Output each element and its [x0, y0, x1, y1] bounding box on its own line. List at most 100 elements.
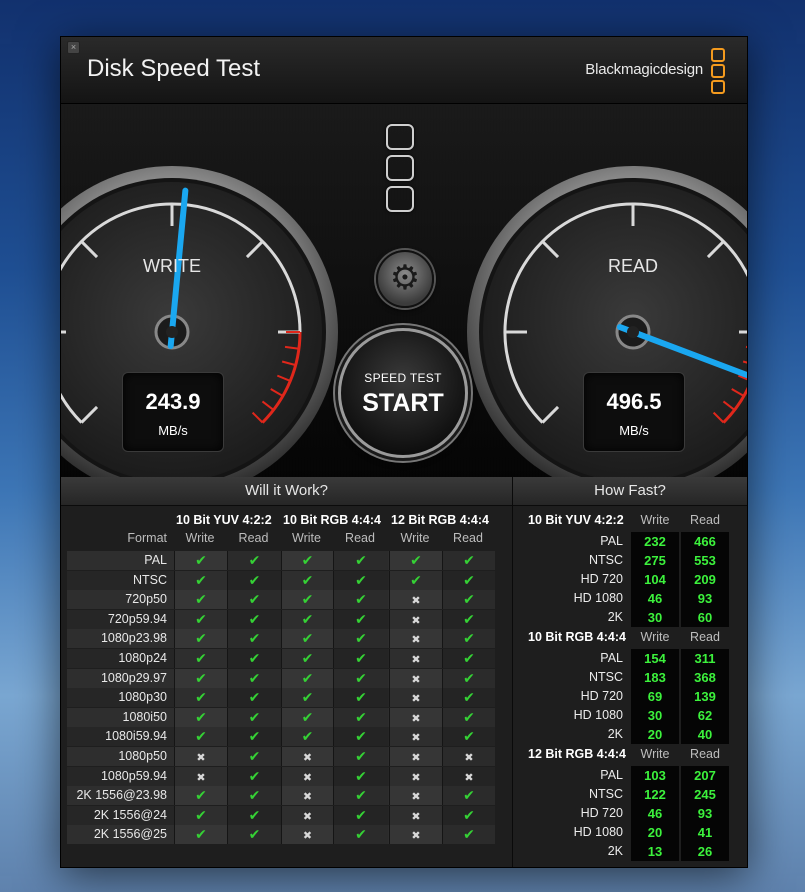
check-icon: ✔ — [248, 610, 261, 627]
table-row: 720p50 ✔ ✔ ✔ ✔ ✖ ✔ — [67, 590, 495, 610]
check-icon: ✔ — [355, 571, 367, 588]
will-write-header: Write — [185, 531, 215, 545]
check-icon: ✔ — [301, 610, 314, 627]
write-speed-value: 243.9 — [145, 389, 201, 414]
write-speed-cell: 122 — [631, 785, 679, 805]
read-speed-cell: 60 — [681, 608, 729, 628]
format-label: 720p59.94 — [107, 611, 167, 626]
result-cell: ✖ — [174, 747, 227, 766]
check-icon: ✔ — [463, 610, 475, 627]
result-cell: ✖ — [442, 766, 495, 786]
check-icon: ✔ — [301, 571, 314, 588]
result-cell: ✔ — [227, 786, 281, 806]
result-cell: ✔ — [227, 609, 281, 629]
result-cell: ✔ — [333, 668, 388, 688]
read-speed-display: 496.5 MB/s — [583, 372, 685, 452]
cross-icon: ✖ — [411, 614, 421, 627]
result-cell: ✖ — [389, 825, 442, 845]
how-format-label: 2K — [607, 610, 623, 624]
check-icon: ✔ — [355, 610, 367, 627]
result-cell: ✔ — [281, 688, 333, 708]
cross-icon: ✖ — [411, 712, 421, 725]
result-cell: ✔ — [333, 766, 388, 786]
cross-icon: ✖ — [411, 693, 421, 706]
check-icon: ✔ — [195, 591, 207, 608]
result-cell: ✔ — [174, 688, 227, 708]
read-speed-cell: 245 — [681, 785, 729, 805]
table-row: 1080i59.94 ✔ ✔ ✔ ✔ ✖ ✔ — [67, 727, 495, 747]
result-cell: ✔ — [389, 551, 442, 570]
check-icon: ✔ — [248, 689, 261, 706]
will-group-header: 10 Bit RGB 4:4:4 — [283, 513, 381, 527]
cross-icon: ✖ — [411, 810, 421, 823]
cross-icon: ✖ — [302, 810, 313, 823]
result-cell: ✔ — [442, 629, 495, 649]
start-button[interactable]: SPEED TEST START — [338, 328, 468, 458]
check-icon: ✔ — [301, 708, 314, 725]
table-row: 2K 1556@24 ✔ ✔ ✖ ✔ ✖ ✔ — [67, 805, 495, 825]
check-icon: ✔ — [301, 630, 314, 647]
result-cell: ✔ — [442, 609, 495, 629]
result-cell: ✖ — [389, 609, 442, 629]
check-icon: ✔ — [195, 669, 207, 686]
how-write-header: Write — [640, 747, 670, 761]
result-cell: ✔ — [389, 570, 442, 590]
result-cell: ✔ — [333, 629, 388, 649]
table-row: NTSC ✔ ✔ ✔ ✔ ✔ ✔ — [67, 570, 495, 590]
check-icon: ✔ — [410, 552, 422, 568]
result-cell: ✖ — [281, 766, 333, 786]
check-icon: ✔ — [248, 826, 261, 843]
result-cell: ✔ — [333, 747, 388, 766]
cross-icon: ✖ — [411, 654, 421, 666]
result-cell: ✔ — [442, 805, 495, 825]
result-cell: ✔ — [442, 688, 495, 708]
check-icon: ✔ — [463, 571, 475, 588]
result-cell: ✔ — [174, 786, 227, 806]
result-cell: ✔ — [227, 570, 281, 590]
result-cell: ✔ — [333, 570, 388, 590]
write-speed-cell: 30 — [631, 608, 679, 628]
check-icon: ✔ — [355, 552, 367, 568]
table-row: 1080p50 ✖ ✔ ✖ ✔ ✖ ✖ — [67, 747, 495, 766]
check-icon: ✔ — [301, 591, 314, 608]
format-label: 720p50 — [125, 592, 167, 607]
write-speed-display: 243.9 MB/s — [122, 372, 224, 452]
table-row: 1080p29.97 ✔ ✔ ✔ ✔ ✖ ✔ — [67, 668, 495, 688]
check-icon: ✔ — [355, 708, 367, 725]
table-row: 2K 1556@23.98 ✔ ✔ ✖ ✔ ✖ ✔ — [67, 786, 495, 806]
result-cell: ✖ — [389, 688, 442, 708]
check-icon: ✔ — [463, 669, 475, 686]
result-cell: ✖ — [281, 747, 333, 766]
how-format-label: HD 1080 — [573, 825, 623, 839]
format-label: 2K 1556@24 — [93, 807, 167, 822]
cross-icon: ✖ — [411, 752, 421, 764]
how-format-label: NTSC — [588, 787, 623, 801]
result-cell: ✖ — [389, 668, 442, 688]
check-icon: ✔ — [301, 552, 314, 568]
format-label: 2K 1556@23.98 — [76, 788, 167, 803]
close-button[interactable]: × — [67, 41, 80, 54]
cross-icon: ✖ — [411, 634, 421, 647]
check-icon: ✔ — [355, 650, 367, 666]
result-cell: ✔ — [227, 649, 281, 668]
result-cell: ✖ — [389, 727, 442, 747]
table-row: PAL ✔ ✔ ✔ ✔ ✔ ✔ — [67, 551, 495, 570]
read-speed-cell: 466 — [681, 532, 729, 552]
gauge-area: WRITE READ 243.9 MB/s 496.5 MB/s ⚙ SPEED… — [61, 104, 747, 509]
results-panel: Will it Work? 10 Bit YUV 4:2:2 10 Bit RGB… — [61, 477, 747, 867]
read-speed-cell: 93 — [681, 804, 729, 824]
result-cell: ✖ — [389, 649, 442, 668]
check-icon: ✔ — [248, 767, 261, 784]
will-group-header: 12 Bit RGB 4:4:4 — [391, 513, 489, 527]
check-icon: ✔ — [195, 650, 207, 666]
read-speed-cell: 553 — [681, 551, 729, 571]
table-row: 720p59.94 ✔ ✔ ✔ ✔ ✖ ✔ — [67, 609, 495, 629]
settings-button[interactable]: ⚙ — [376, 250, 434, 308]
check-icon: ✔ — [248, 728, 261, 745]
result-cell: ✖ — [281, 786, 333, 806]
result-cell: ✔ — [281, 649, 333, 668]
will-read-header: Read — [453, 531, 483, 545]
will-it-work-title: Will it Work? — [61, 477, 512, 506]
result-cell: ✔ — [174, 649, 227, 668]
check-icon: ✔ — [355, 669, 367, 686]
